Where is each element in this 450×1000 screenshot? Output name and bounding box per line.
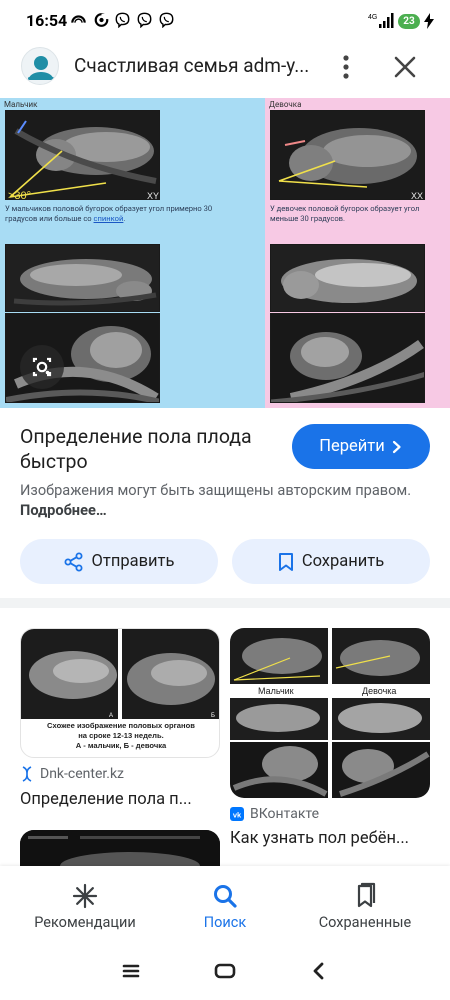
viber-icon — [137, 12, 152, 28]
bookmarks-icon — [357, 882, 376, 908]
svg-text:Девочка: Девочка — [362, 686, 396, 696]
result-title: Определение пола плода быстро — [20, 425, 252, 473]
svg-text:Б: Б — [211, 713, 215, 719]
refresh-icon — [94, 13, 109, 27]
related-title-1[interactable]: Определение пола п... — [20, 790, 220, 809]
boy-ultrasound-middle — [5, 244, 160, 312]
svg-text:Схожее изображение половых орг: Схожее изображение половых органов — [47, 721, 195, 730]
bookmark-icon — [278, 552, 293, 571]
related-image-3[interactable] — [20, 830, 220, 866]
nav-search[interactable]: Поиск — [182, 866, 268, 942]
google-lens-button[interactable] — [20, 345, 64, 389]
share-button-label: Отправить — [91, 552, 175, 571]
svg-text:А - мальчик, Б - девочка: А - мальчик, Б - девочка — [76, 741, 167, 750]
related-image-1[interactable]: А Б Схожее изображение половых органов н… — [20, 628, 220, 758]
site-title[interactable]: Счастливая семья adm-у... — [74, 54, 309, 77]
girl-ultrasound-middle — [270, 244, 425, 312]
save-button[interactable]: Сохранить — [232, 539, 430, 584]
viber-icon — [115, 12, 130, 28]
dna-icon — [22, 766, 32, 782]
back-icon[interactable] — [308, 960, 330, 982]
asterisk-icon — [72, 883, 98, 909]
share-icon — [64, 552, 83, 571]
svg-text:>30°: >30° — [8, 190, 31, 200]
related-source-2[interactable]: vk ВКонтакте — [230, 806, 319, 822]
main-image[interactable]: Мальчик Девочка >30° XY XX У мальчиков п… — [0, 98, 450, 408]
home-icon[interactable] — [213, 960, 237, 982]
svg-text:vk: vk — [233, 810, 242, 819]
screen: 16:54 4G 23 Счастливая семья adm-у... Ма… — [0, 0, 450, 1000]
svg-text:Мальчик: Мальчик — [258, 686, 294, 696]
boy-caption: У мальчиков половой бугорок образует уго… — [5, 204, 213, 223]
svg-text:4G: 4G — [368, 14, 377, 21]
share-button[interactable]: Отправить — [20, 539, 218, 584]
section-divider — [0, 598, 450, 608]
svg-text:XX: XX — [411, 191, 423, 200]
source-header: Счастливая семья adm-у... — [0, 40, 450, 96]
status-bar: 16:54 4G 23 — [0, 0, 450, 40]
related-image-2[interactable]: Мальчик Девочка — [230, 628, 430, 798]
svg-text:А: А — [109, 713, 113, 719]
nav-saved[interactable]: Сохраненные — [308, 866, 422, 942]
boy-label: Мальчик — [4, 100, 38, 109]
vk-icon: vk — [230, 807, 244, 821]
copyright-notice: Изображения могут быть защищены авторски… — [20, 481, 412, 519]
girl-caption: У девочек половой бугорок образует угол … — [270, 204, 420, 223]
related-title-2[interactable]: Как узнать пол ребён... — [230, 829, 430, 848]
search-icon — [214, 885, 237, 908]
lens-icon — [32, 357, 52, 377]
girl-label: Девочка — [269, 100, 302, 109]
learn-more-link[interactable]: Подробнее… — [20, 501, 107, 519]
battery-level: 23 — [398, 13, 420, 29]
related-source-1[interactable]: Dnk-center.kz — [20, 766, 124, 782]
girl-ultrasound-bottom — [270, 313, 425, 403]
charging-icon — [424, 13, 434, 29]
bottom-navigation: Рекомендации Поиск Сохраненные — [0, 866, 450, 942]
sync-icon — [71, 15, 86, 23]
recent-apps-icon[interactable] — [120, 960, 142, 982]
close-icon[interactable] — [392, 54, 418, 80]
visit-button[interactable]: Перейти — [292, 424, 430, 469]
site-logo-icon — [28, 56, 54, 80]
chevron-right-icon — [392, 440, 401, 453]
svg-text:на сроке 12-13 недель.: на сроке 12-13 недель. — [78, 731, 164, 740]
svg-text:XY: XY — [147, 191, 159, 200]
visit-button-label: Перейти — [319, 437, 385, 456]
site-logo[interactable] — [21, 47, 59, 85]
status-time: 16:54 — [26, 11, 68, 30]
girl-ultrasound-top: XX — [270, 110, 425, 200]
save-button-label: Сохранить — [301, 552, 385, 571]
viber-icon — [159, 12, 174, 28]
signal-icon: 4G — [368, 13, 394, 28]
system-navigation — [0, 942, 450, 1000]
nav-recommendations[interactable]: Рекомендации — [28, 866, 142, 942]
more-vert-icon[interactable] — [334, 52, 358, 82]
boy-ultrasound-top: >30° XY — [5, 110, 160, 200]
status-right: 4G 23 — [368, 11, 434, 31]
